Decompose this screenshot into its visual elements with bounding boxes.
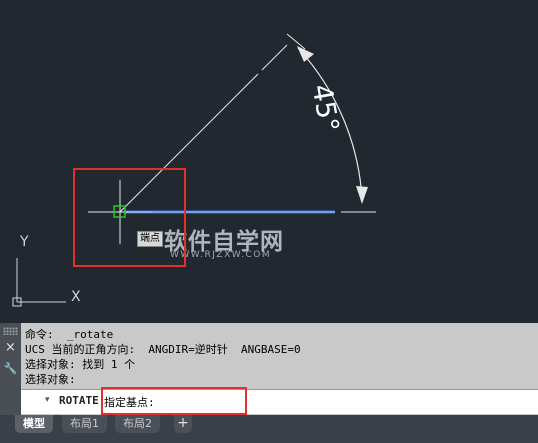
tab-layout1[interactable]: 布局1	[62, 415, 107, 433]
dim-arrowhead-bottom	[356, 186, 368, 204]
command-recent-dropdown-icon[interactable]: ▾	[45, 395, 50, 405]
add-layout-button[interactable]: +	[174, 415, 192, 433]
snap-tooltip: 端点	[137, 231, 163, 247]
command-toolstrip: × 🔧	[0, 323, 21, 415]
history-line: 命令: _rotate	[25, 328, 114, 341]
command-history: 命令: _rotate UCS 当前的正角方向: ANGDIR=逆时针 ANGB…	[25, 327, 535, 387]
watermark-url: WWW.RJZXW.COM	[170, 250, 272, 260]
rotated-line-ext	[261, 44, 288, 71]
drawing-svg[interactable]	[0, 0, 538, 323]
command-input-bar[interactable]: ▾ ROTATE 指定基点:	[21, 389, 538, 414]
command-input[interactable]	[171, 392, 535, 412]
command-line-panel: × 🔧 命令: _rotate UCS 当前的正角方向: ANGDIR=逆时针 …	[0, 323, 538, 415]
command-prompt: 指定基点:	[104, 396, 155, 409]
history-line: 选择对象:	[25, 373, 76, 386]
ucs-x-label: X	[71, 289, 81, 305]
close-icon[interactable]: ×	[3, 340, 18, 355]
history-line: 选择对象: 找到 1 个	[25, 358, 136, 371]
ucs-y-label: Y	[20, 234, 29, 250]
tab-layout2[interactable]: 布局2	[115, 415, 160, 433]
grip-handle[interactable]	[3, 327, 18, 335]
drawing-canvas[interactable]: Y X 45° 端点 软件自学网 WWW.RJZXW.COM	[0, 0, 538, 323]
history-line: UCS 当前的正角方向: ANGDIR=逆时针 ANGBASE=0	[25, 343, 301, 356]
dim-arrowhead-top	[297, 46, 314, 62]
command-name: ROTATE	[59, 394, 99, 407]
dim-ext-tick-top	[286, 33, 306, 50]
tab-model[interactable]: 模型	[15, 415, 53, 433]
layout-tab-bar: 模型 布局1 布局2 +	[0, 415, 538, 443]
customize-icon[interactable]: 🔧	[3, 361, 18, 376]
rotated-line[interactable]	[119, 73, 259, 213]
